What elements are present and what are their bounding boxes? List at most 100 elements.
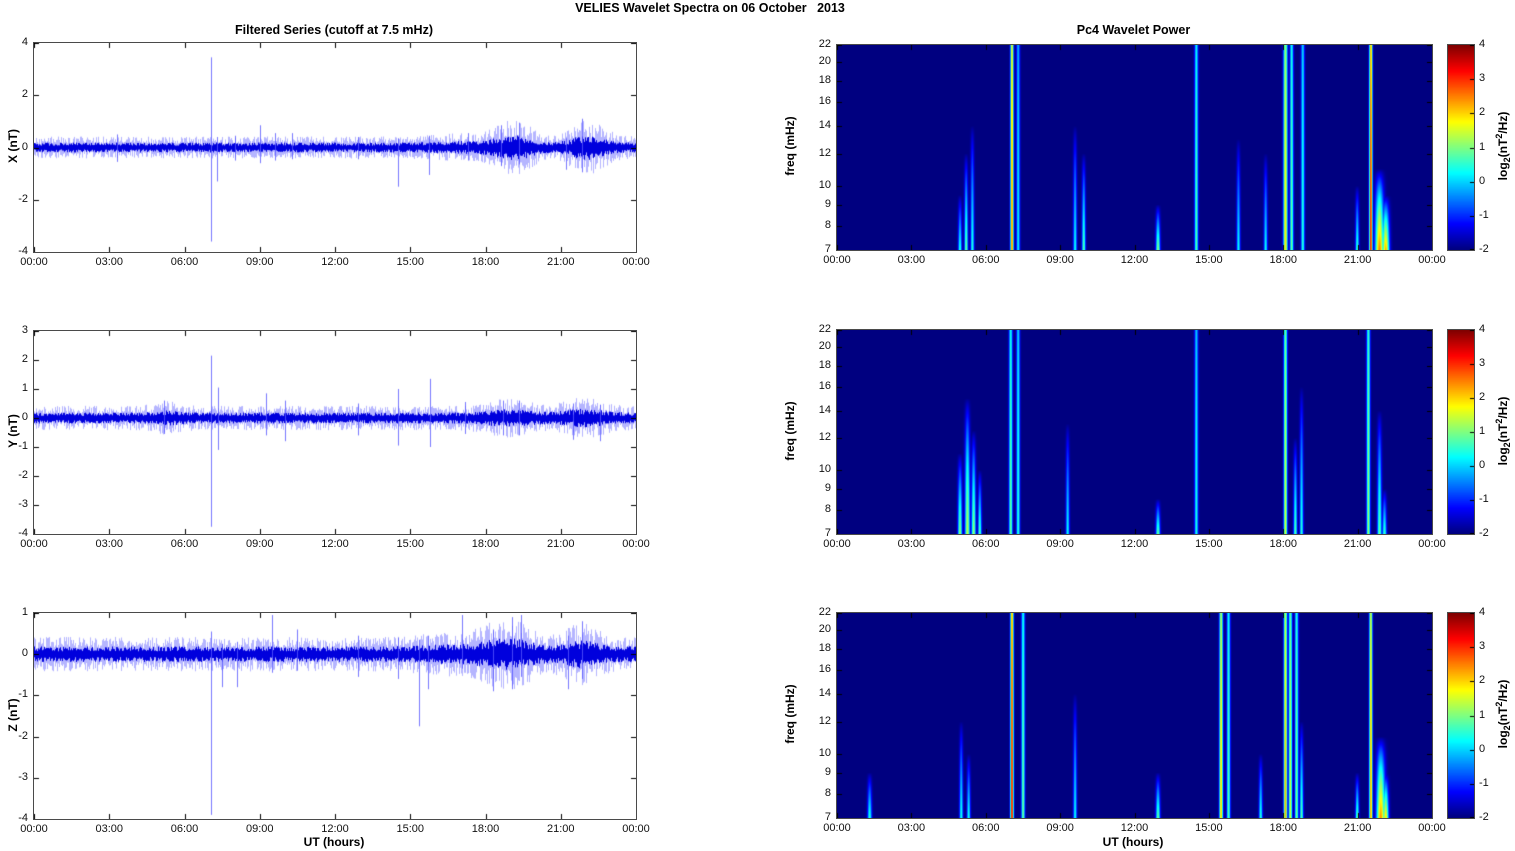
- colorbar-wav-z: 4 3 2 1 0 -1 -2: [1447, 606, 1489, 823]
- tick-label: 2: [21, 88, 28, 101]
- tick-label: 21:00: [546, 823, 575, 835]
- tick-label: 10: [818, 747, 831, 760]
- tick-label: 3: [1479, 357, 1486, 369]
- tick-label: 00:00: [622, 256, 650, 268]
- tick-label: 12: [818, 714, 831, 727]
- tick-label: 18: [818, 641, 831, 654]
- tick-label: 09:00: [1046, 822, 1074, 834]
- panel-ts-z: 00:00 03:00 06:00 09:00 12:00 15:00 18:00 21:00…: [18, 606, 650, 835]
- tick-label: 4: [21, 36, 28, 48]
- tick-label: 14: [818, 118, 831, 131]
- xlabel-left: UT (hours): [303, 835, 365, 849]
- tick-label: 12: [818, 430, 831, 443]
- ylabel-ts-z: Z (nT): [6, 698, 20, 732]
- tick-label: 16: [818, 95, 831, 107]
- tick-label: 21:00: [1343, 822, 1372, 834]
- tick-label: 14: [818, 403, 831, 416]
- tick-label: 16: [818, 663, 831, 675]
- tick-label: 00:00: [1418, 254, 1446, 266]
- tick-label: 1: [21, 382, 28, 394]
- tick-label: -3: [18, 498, 28, 510]
- tick-label: 12:00: [1120, 254, 1149, 266]
- tick-label: -2: [18, 469, 28, 481]
- ylabel-ts-x: X (nT): [6, 129, 20, 163]
- panel-wav-z: 00:00 03:00 06:00 09:00 12:00 15:00 18:00 21:00…: [819, 606, 1446, 834]
- tick-label: 03:00: [95, 823, 124, 835]
- tick-label: 06:00: [170, 538, 199, 550]
- tick-label: 03:00: [897, 822, 926, 834]
- colorbar-label-y: log2(nT2/Hz): [1493, 396, 1513, 466]
- tick-label: -2: [1479, 527, 1489, 539]
- tick-label: 1: [21, 606, 28, 618]
- tick-label: -1: [1479, 493, 1489, 505]
- tick-label: 12:00: [1120, 822, 1149, 834]
- tick-label: 8: [824, 503, 831, 516]
- tick-label: 03:00: [897, 538, 926, 550]
- tick-label: 15:00: [1195, 538, 1223, 550]
- wavelet-canvas-y: [837, 330, 1432, 534]
- tick-label: 21:00: [546, 538, 575, 550]
- tick-label: 18:00: [1269, 538, 1298, 550]
- xlabel-right: UT (hours): [1102, 835, 1164, 849]
- tick-label: 20: [818, 55, 831, 68]
- tick-label: 4: [1479, 38, 1486, 50]
- tick-label: 00:00: [1418, 538, 1446, 550]
- colorbar-canvas-x: [1448, 45, 1474, 250]
- tick-label: -4: [18, 527, 28, 539]
- tick-label: 9: [824, 482, 831, 495]
- tick-label: 21:00: [546, 256, 575, 268]
- ylabel-wav-z: freq (mHz): [783, 684, 797, 744]
- tick-label: 3: [21, 324, 28, 336]
- tick-label: 2: [21, 353, 28, 365]
- tick-label: 09:00: [245, 538, 274, 550]
- tick-label: 18:00: [471, 538, 500, 550]
- tick-label: 06:00: [971, 254, 1000, 266]
- left-column-title: Filtered Series (cutoff at 7.5 mHz): [235, 23, 433, 37]
- tick-label: -1: [1479, 776, 1489, 789]
- tick-label: 4: [1479, 606, 1486, 618]
- figure: VELIES Wavelet Spectra on 06 October 201…: [0, 0, 1515, 851]
- panel-ts-x: 00:00 03:00 06:00 09:00 12:00 15:00 18:00 21:00…: [18, 36, 650, 268]
- colorbar-canvas-y: [1448, 330, 1474, 534]
- panel-wav-y: 00:00 03:00 06:00 09:00 12:00 15:00 18:00 21:00…: [819, 323, 1446, 550]
- tick-label: 00:00: [622, 538, 650, 550]
- tick-label: 3: [1479, 640, 1486, 653]
- colorbar-label-x: log2(nT2/Hz): [1493, 111, 1513, 181]
- tick-label: 3: [1479, 72, 1486, 85]
- tick-label: 06:00: [170, 823, 199, 835]
- tick-label: -2: [1479, 811, 1489, 823]
- wavelet-canvas-x: [837, 45, 1432, 250]
- tick-label: -3: [18, 770, 28, 783]
- tick-label: 18: [818, 358, 831, 371]
- tick-label: 16: [818, 379, 831, 392]
- tick-label: 03:00: [897, 254, 926, 266]
- colorbar-canvas-z: [1448, 613, 1474, 818]
- tick-label: 9: [824, 766, 831, 778]
- tick-label: 22: [818, 606, 831, 618]
- tick-label: 15:00: [396, 256, 425, 268]
- tick-label: 03:00: [95, 256, 124, 268]
- tick-label: 21:00: [1343, 538, 1372, 550]
- tick-label: 15:00: [396, 538, 425, 550]
- tick-label: -1: [1479, 208, 1489, 221]
- tick-label: 18:00: [471, 256, 500, 268]
- tick-label: 18: [818, 73, 831, 86]
- tick-label: 9: [824, 198, 831, 210]
- tick-label: 12:00: [321, 256, 349, 268]
- tick-label: 00:00: [622, 823, 650, 835]
- tick-label: -4: [18, 245, 28, 257]
- tick-label: 14: [818, 686, 831, 699]
- tick-label: 18:00: [1269, 254, 1298, 266]
- tick-label: 15:00: [1195, 822, 1223, 834]
- tick-label: 03:00: [95, 538, 124, 550]
- tick-label: 00:00: [1418, 822, 1446, 834]
- wavelet-canvas-z: [837, 613, 1432, 818]
- tick-label: 06:00: [971, 538, 1000, 550]
- tick-label: 18:00: [471, 823, 500, 835]
- tick-label: -2: [1479, 243, 1489, 255]
- tick-label: 7: [824, 527, 831, 539]
- panel-ts-y: 00:00 03:00 06:00 09:00 12:00 15:00 18:00 21:00…: [18, 324, 650, 550]
- ylabel-wav-y: freq (mHz): [783, 401, 797, 461]
- tick-label: 09:00: [245, 256, 274, 268]
- tick-label: 22: [818, 38, 831, 50]
